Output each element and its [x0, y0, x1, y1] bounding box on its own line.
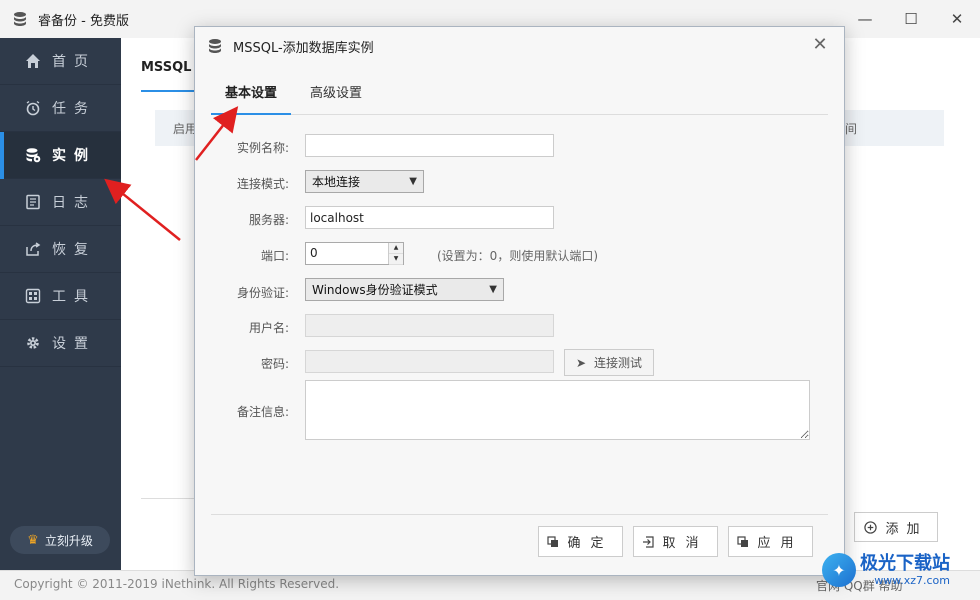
database-stack-icon [209, 39, 221, 53]
alarm-clock-icon [24, 99, 42, 117]
tab-advanced-settings[interactable]: 高级设置 [301, 75, 371, 115]
password-label: 密码: [260, 357, 289, 371]
sidebar-item-label: 日志 [52, 195, 96, 211]
sidebar-item-tasks[interactable]: 任务 [0, 85, 121, 132]
apply-button[interactable]: 应用 [728, 526, 813, 557]
column-header-time: 间 [845, 122, 858, 136]
dialog-titlebar: MSSQL-添加数据库实例 [195, 27, 844, 65]
note-label: 备注信息: [236, 405, 289, 419]
connection-test-label: 连接测试 [594, 356, 643, 370]
copyright-text: Copyright © 2011-2019 iNethink. All Righ… [14, 577, 340, 591]
server-label: 服务器: [248, 213, 289, 227]
sidebar-item-label: 设置 [52, 336, 96, 352]
watermark-logo-icon: ✦ [822, 553, 856, 587]
tab-mssql[interactable]: MSSQL [141, 60, 191, 75]
port-stepper[interactable]: 0 ▲ ▼ [305, 242, 404, 265]
sidebar: 首页 任务 实例 日志 恢复 工具 设置 ♛ 立刻升级 [0, 38, 121, 570]
port-label: 端口: [260, 249, 289, 263]
stepper-down-icon[interactable]: ▼ [389, 254, 403, 265]
auth-value: Windows身份验证模式 [312, 283, 438, 297]
upgrade-label: 立刻升级 [44, 533, 93, 548]
plus-circle-icon [864, 520, 878, 534]
sidebar-item-label: 工具 [52, 289, 96, 305]
chevron-down-icon: ▼ [489, 284, 497, 295]
dialog-footer-divider [211, 514, 828, 515]
close-button[interactable]: ✕ [934, 0, 980, 38]
layers-icon [737, 535, 749, 547]
auth-select[interactable]: Windows身份验证模式 ▼ [305, 278, 504, 301]
connect-mode-select[interactable]: 本地连接 ▼ [305, 170, 424, 193]
connect-mode-label: 连接模式: [236, 177, 289, 191]
sidebar-item-tools[interactable]: 工具 [0, 273, 121, 320]
cancel-label: 取消 [662, 536, 709, 551]
port-value[interactable]: 0 [306, 243, 388, 264]
server-input[interactable] [305, 206, 554, 229]
auth-label: 身份验证: [236, 286, 289, 300]
ok-button[interactable]: 确定 [538, 526, 623, 557]
connect-mode-value: 本地连接 [312, 175, 361, 189]
window-controls: — ☐ ✕ [842, 0, 980, 38]
sidebar-item-label: 任务 [52, 101, 96, 117]
log-icon [24, 193, 42, 211]
tab-underline [141, 90, 201, 92]
add-label: 添加 [885, 521, 928, 537]
dialog-tabs: 基本设置 高级设置 [211, 75, 828, 115]
sidebar-item-label: 恢复 [52, 242, 96, 258]
password-input[interactable] [305, 350, 554, 373]
upgrade-button[interactable]: ♛ 立刻升级 [10, 526, 110, 554]
tab-basic-settings[interactable]: 基本设置 [211, 75, 291, 115]
username-label: 用户名: [248, 321, 289, 335]
exit-icon [643, 535, 655, 548]
ok-label: 确定 [567, 536, 614, 551]
apply-label: 应用 [757, 536, 804, 551]
watermark-sub: www.xz7.com [874, 573, 950, 587]
watermark: ✦ 极光下载站 www.xz7.com [822, 546, 977, 594]
watermark-main: 极光下载站 [860, 552, 950, 574]
stepper-arrows: ▲ ▼ [388, 243, 403, 265]
add-instance-dialog: MSSQL-添加数据库实例 ✕ 基本设置 高级设置 实例名称: 连接模式: 本地… [194, 26, 845, 576]
sidebar-item-restore[interactable]: 恢复 [0, 226, 121, 273]
database-stack-icon [14, 12, 26, 26]
sidebar-item-instances[interactable]: 实例 [0, 132, 121, 179]
cancel-button[interactable]: 取消 [633, 526, 718, 557]
add-button[interactable]: 添加 [854, 512, 938, 542]
stepper-up-icon[interactable]: ▲ [389, 243, 403, 254]
minimize-button[interactable]: — [842, 0, 888, 38]
sidebar-item-label: 首页 [52, 54, 96, 70]
gear-icon [24, 334, 42, 352]
copy-icon [547, 535, 559, 547]
paper-plane-icon: ➤ [575, 355, 587, 370]
maximize-button[interactable]: ☐ [888, 0, 934, 38]
chevron-down-icon: ▼ [409, 176, 417, 187]
instance-name-label: 实例名称: [236, 141, 289, 155]
dialog-title: MSSQL-添加数据库实例 [233, 40, 374, 56]
sidebar-item-logs[interactable]: 日志 [0, 179, 121, 226]
sidebar-item-home[interactable]: 首页 [0, 38, 121, 85]
crown-icon: ♛ [27, 532, 39, 548]
sidebar-item-settings[interactable]: 设置 [0, 320, 121, 367]
instance-name-input[interactable] [305, 134, 554, 157]
home-icon [24, 52, 42, 70]
connection-test-button[interactable]: ➤ 连接测试 [564, 349, 654, 376]
restore-icon [24, 240, 42, 258]
tools-icon [24, 287, 42, 305]
dialog-close-button[interactable]: ✕ [810, 35, 830, 55]
sidebar-item-label: 实例 [52, 148, 96, 164]
note-textarea[interactable] [305, 380, 810, 440]
database-icon [24, 146, 42, 164]
port-hint: (设置为：0，则使用默认端口) [437, 249, 598, 263]
username-input[interactable] [305, 314, 554, 337]
window-title: 睿备份 - 免费版 [38, 13, 129, 29]
